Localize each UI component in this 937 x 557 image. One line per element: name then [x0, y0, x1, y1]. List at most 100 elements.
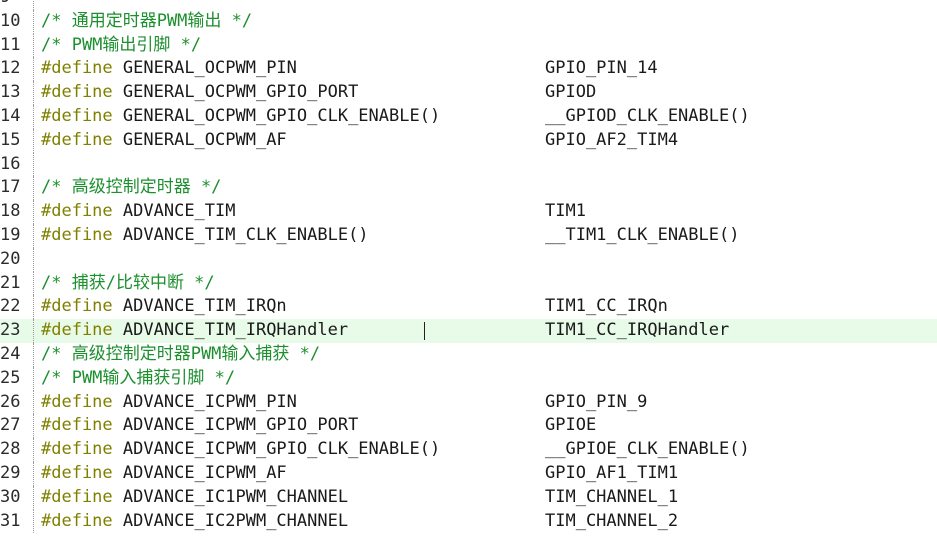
- code-comment: /* 高级控制定时器PWM输入捕获 */: [41, 343, 321, 364]
- gutter-divider: [33, 271, 34, 296]
- code-editor[interactable]: 910 /* 通用定时器PWM输出 */ 11 /* PWM输出引脚 */ 12 #def…: [0, 0, 937, 557]
- define-keyword: #define: [41, 486, 113, 507]
- code-line[interactable]: 16: [0, 152, 937, 177]
- code-text[interactable]: #define ADVANCE_TIM_IRQHandler TIM1_CC_IR…: [41, 319, 937, 343]
- line-number: 17: [0, 177, 21, 198]
- code-line[interactable]: 30 #define ADVANCE_IC1PWM_CHANNEL TIM_CHAN…: [0, 485, 937, 510]
- code-text[interactable]: [41, 248, 937, 272]
- code-text[interactable]: #define GENERAL_OCPWM_AF GPIO_AF2_TIM4: [41, 129, 937, 153]
- code-line[interactable]: 27 #define ADVANCE_ICPWM_GPIO_PORT GPIOE: [0, 414, 937, 439]
- code-text[interactable]: #define ADVANCE_TIM_CLK_ENABLE() __TIM1_C…: [41, 224, 937, 248]
- code-text[interactable]: #define GENERAL_OCPWM_GPIO_PORT GPIOD: [41, 81, 937, 105]
- code-text[interactable]: #define ADVANCE_TIM_IRQn TIM1_CC_IRQn: [41, 295, 937, 319]
- code-text[interactable]: #define GENERAL_OCPWM_GPIO_CLK_ENABLE() _…: [41, 105, 937, 129]
- code-text[interactable]: #define ADVANCE_IC2PWM_CHANNEL TIM_CHANNE…: [41, 510, 937, 534]
- code-text[interactable]: #define ADVANCE_ICPWM_PIN GPIO_PIN_9: [41, 391, 937, 415]
- code-line[interactable]: 15 #define GENERAL_OCPWM_AF GPIO_AF2_TIM4: [0, 128, 937, 153]
- code-line[interactable]: 26 #define ADVANCE_ICPWM_PIN GPIO_PIN_9: [0, 390, 937, 415]
- line-number: 25: [0, 367, 21, 388]
- code-text[interactable]: /* 捕获/比较中断 */: [41, 272, 937, 296]
- code-line[interactable]: 21 /* 捕获/比较中断 */: [0, 271, 937, 296]
- code-text[interactable]: /* 高级控制定时器PWM输入捕获 */: [41, 343, 937, 367]
- code-text[interactable]: #define ADVANCE_TIM TIM1: [41, 200, 937, 224]
- code-text[interactable]: #define ADVANCE_ICPWM_GPIO_PORT GPIOE: [41, 414, 937, 438]
- code-comment: /* 捕获/比较中断 */: [41, 272, 215, 293]
- define-keyword: #define: [41, 58, 113, 79]
- code-line[interactable]: 31 #define ADVANCE_IC2PWM_CHANNEL TIM_CHAN…: [0, 509, 937, 534]
- macro-value: __GPIOE_CLK_ENABLE(): [545, 439, 750, 460]
- macro-value: GPIO_PIN_14: [545, 58, 658, 79]
- gutter-divider: [33, 128, 34, 153]
- define-keyword: #define: [41, 201, 113, 222]
- macro-name: ADVANCE_TIM_CLK_ENABLE(): [122, 224, 369, 245]
- macro-value: GPIO_PIN_9: [545, 391, 648, 412]
- gutter-divider: [33, 223, 34, 248]
- code-text[interactable]: [41, 0, 937, 10]
- define-keyword: #define: [41, 391, 113, 412]
- code-line[interactable]: 12 #define GENERAL_OCPWM_PIN GPIO_PIN_14: [0, 57, 937, 82]
- macro-value: __TIM1_CLK_ENABLE(): [545, 224, 740, 245]
- line-number: 19: [0, 224, 21, 245]
- gutter-divider: [33, 295, 34, 320]
- macro-value: GPIOD: [545, 82, 597, 103]
- macro-name: ADVANCE_ICPWM_AF: [122, 462, 287, 483]
- code-line[interactable]: 19 #define ADVANCE_TIM_CLK_ENABLE() __TIM1…: [0, 223, 937, 248]
- code-line[interactable]: 10 /* 通用定时器PWM输出 */: [0, 9, 937, 34]
- define-keyword: #define: [41, 462, 113, 483]
- define-keyword: #define: [41, 510, 113, 531]
- line-number: 31: [0, 510, 21, 531]
- code-text[interactable]: #define GENERAL_OCPWM_PIN GPIO_PIN_14: [41, 57, 937, 81]
- code-text[interactable]: #define ADVANCE_ICPWM_GPIO_CLK_ENABLE() _…: [41, 438, 937, 462]
- code-line[interactable]: 17 /* 高级控制定时器 */: [0, 176, 937, 201]
- code-text[interactable]: [41, 153, 937, 177]
- gutter-divider: [33, 81, 34, 105]
- code-comment: /* 高级控制定时器 */: [41, 177, 222, 198]
- code-text[interactable]: /* PWM输入捕获引脚 */: [41, 367, 937, 391]
- line-number: 23: [0, 320, 21, 341]
- gutter-divider: [33, 390, 34, 415]
- code-comment: /* 通用定时器PWM输出 */: [41, 10, 253, 31]
- gutter-divider: [33, 366, 34, 391]
- code-line[interactable]: 29 #define ADVANCE_ICPWM_AF GPIO_AF1_TIM1: [0, 461, 937, 486]
- macro-name: ADVANCE_ICPWM_GPIO_CLK_ENABLE(): [122, 439, 441, 460]
- gutter-divider: [33, 342, 34, 367]
- define-keyword: #define: [41, 415, 113, 436]
- code-line[interactable]: 24 /* 高级控制定时器PWM输入捕获 */: [0, 342, 937, 367]
- line-number: 11: [0, 34, 21, 55]
- define-keyword: #define: [41, 296, 113, 317]
- code-comment: /* PWM输出引脚 */: [41, 34, 202, 55]
- macro-value: TIM1: [545, 201, 586, 222]
- code-text[interactable]: #define ADVANCE_ICPWM_AF GPIO_AF1_TIM1: [41, 462, 937, 486]
- gutter-divider: [33, 33, 34, 58]
- code-text[interactable]: /* 高级控制定时器 */: [41, 176, 937, 200]
- code-text[interactable]: /* 通用定时器PWM输出 */: [41, 10, 937, 34]
- code-line[interactable]: 11 /* PWM输出引脚 */: [0, 33, 937, 58]
- line-number: 28: [0, 439, 21, 460]
- line-number: 21: [0, 272, 21, 293]
- gutter-divider: [33, 57, 34, 82]
- macro-name: ADVANCE_TIM: [122, 201, 236, 222]
- code-line[interactable]: 14 #define GENERAL_OCPWM_GPIO_CLK_ENABLE(…: [0, 104, 937, 129]
- code-text[interactable]: /* PWM输出引脚 */: [41, 34, 937, 58]
- code-line-current[interactable]: 23 #define ADVANCE_TIM_IRQHandler TIM1_CC_…: [0, 319, 937, 343]
- code-line[interactable]: 13 #define GENERAL_OCPWM_GPIO_PORT GPIOD: [0, 81, 937, 105]
- line-number: 30: [0, 486, 21, 507]
- code-line[interactable]: 18 #define ADVANCE_TIM TIM1: [0, 200, 937, 224]
- define-keyword: #define: [41, 129, 113, 150]
- code-line[interactable]: 9: [0, 0, 937, 10]
- line-number: 10: [0, 10, 21, 31]
- code-line[interactable]: 20: [0, 247, 937, 272]
- code-lines[interactable]: 910 /* 通用定时器PWM输出 */ 11 /* PWM输出引脚 */ 12 #def…: [0, 0, 937, 534]
- code-line[interactable]: 22 #define ADVANCE_TIM_IRQn TIM1_CC_IRQn: [0, 295, 937, 320]
- macro-value: __GPIOD_CLK_ENABLE(): [545, 105, 750, 126]
- code-line[interactable]: 28 #define ADVANCE_ICPWM_GPIO_CLK_ENABLE(…: [0, 438, 937, 462]
- code-line[interactable]: 25 /* PWM输入捕获引脚 */: [0, 366, 937, 391]
- macro-name: ADVANCE_IC2PWM_CHANNEL: [122, 510, 349, 531]
- line-number: 18: [0, 201, 21, 222]
- line-number: 9: [0, 0, 28, 10]
- code-text[interactable]: #define ADVANCE_IC1PWM_CHANNEL TIM_CHANNE…: [41, 486, 937, 510]
- line-number: 26: [0, 391, 21, 412]
- macro-value: TIM1_CC_IRQHandler: [545, 320, 730, 341]
- gutter-divider: [33, 200, 34, 224]
- macro-name: GENERAL_OCPWM_GPIO_PORT: [122, 82, 359, 103]
